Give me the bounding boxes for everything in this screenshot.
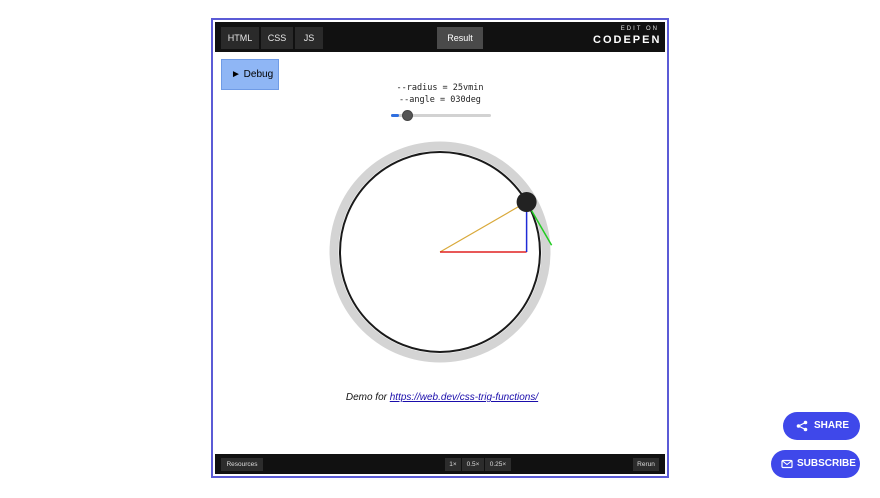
tab-result[interactable]: Result [437, 27, 483, 49]
page: HTML CSS JS Result EDIT ON CODEPEN ► Deb… [0, 0, 880, 498]
demo-caption-prefix: Demo for [345, 392, 387, 403]
codepen-footer: Resources 1× 0.5× 0.25× Rerun [215, 454, 665, 474]
subscribe-label: SUBSCRIBE [797, 458, 856, 469]
rerun-button[interactable]: Rerun [633, 458, 659, 471]
share-button[interactable]: SHARE [783, 412, 860, 440]
tab-js[interactable]: JS [295, 27, 323, 49]
share-label: SHARE [814, 420, 850, 431]
demo-caption-link[interactable]: https://web.dev/css-trig-functions/ [390, 392, 538, 403]
codepen-embed: HTML CSS JS Result EDIT ON CODEPEN ► Deb… [211, 18, 669, 478]
hypotenuse-line [439, 201, 527, 253]
share-icon [796, 420, 808, 432]
mail-icon [781, 459, 793, 469]
codepen-embed-inner: HTML CSS JS Result EDIT ON CODEPEN ► Deb… [215, 22, 665, 474]
zoom-0-5x-button[interactable]: 0.5× [462, 458, 484, 471]
demo-caption: Demo for https://web.dev/css-trig-functi… [305, 392, 579, 403]
result-pane: ► Debug --radius = 25vmin --angle = 030d… [215, 52, 665, 458]
zoom-1x-button[interactable]: 1× [445, 458, 461, 471]
codepen-header: HTML CSS JS Result EDIT ON CODEPEN [215, 22, 665, 52]
codepen-logo: CODEPEN [593, 34, 662, 46]
brand-top-text: EDIT ON [620, 26, 659, 32]
edit-on-codepen-link[interactable]: EDIT ON CODEPEN [593, 25, 659, 49]
tab-css[interactable]: CSS [261, 27, 293, 49]
angle-point-dot[interactable] [516, 192, 537, 212]
tab-html[interactable]: HTML [221, 27, 259, 49]
resources-button[interactable]: Resources [221, 458, 263, 471]
subscribe-button[interactable]: SUBSCRIBE [771, 450, 860, 478]
zoom-0-25x-button[interactable]: 0.25× [485, 458, 511, 471]
